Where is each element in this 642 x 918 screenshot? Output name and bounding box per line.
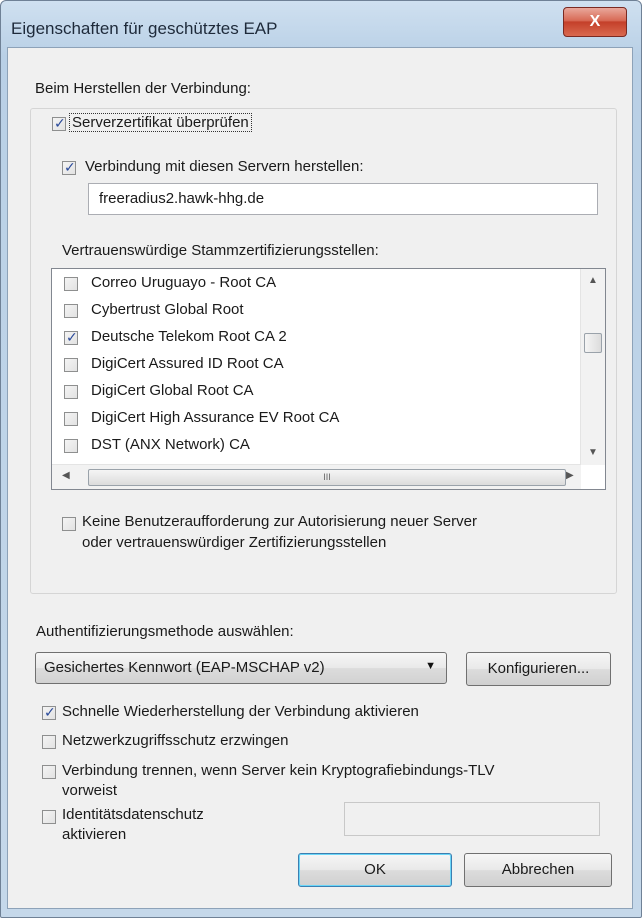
chevron-down-icon: ▼ bbox=[425, 660, 436, 672]
identity-privacy-label-line2[interactable]: aktivieren bbox=[62, 826, 126, 843]
close-button[interactable]: X bbox=[563, 7, 627, 37]
server-names-input[interactable]: freeradius2.hawk-hhg.de bbox=[88, 183, 598, 215]
window-title: Eigenschaften für geschütztes EAP bbox=[11, 19, 278, 38]
scroll-left-icon[interactable]: ◀ bbox=[62, 470, 70, 481]
ca-label: Correo Uruguayo - Root CA bbox=[91, 274, 277, 291]
cancel-label: Abbrechen bbox=[501, 861, 575, 878]
check-icon: ✓ bbox=[54, 115, 66, 131]
auth-method-value: Gesichertes Kennwort (EAP-MSCHAP v2) bbox=[44, 659, 325, 676]
scroll-down-icon[interactable]: ▼ bbox=[588, 447, 598, 458]
trusted-ca-list[interactable]: Correo Uruguayo - Root CA Cybertrust Glo… bbox=[51, 268, 606, 490]
identity-privacy-checkbox[interactable] bbox=[42, 810, 56, 824]
close-icon: X bbox=[589, 13, 601, 30]
no-prompt-label-line2[interactable]: oder vertrauenswürdiger Zertifizierungss… bbox=[82, 534, 386, 551]
connection-heading: Beim Herstellen der Verbindung: bbox=[35, 80, 251, 97]
nap-label[interactable]: Netzwerkzugriffsschutz erzwingen bbox=[62, 732, 288, 749]
configure-button[interactable]: Konfigurieren... bbox=[466, 652, 611, 686]
ca-checkbox[interactable]: ✓ bbox=[64, 329, 78, 345]
ca-checkbox[interactable] bbox=[64, 439, 78, 453]
vertical-scrollbar[interactable]: ▲ ▼ bbox=[580, 269, 605, 465]
fast-reconnect-label[interactable]: Schnelle Wiederherstellung der Verbindun… bbox=[62, 703, 419, 720]
ca-label: DigiCert Global Root CA bbox=[91, 382, 254, 399]
scroll-up-icon[interactable]: ▲ bbox=[588, 275, 598, 286]
disconnect-label-line1[interactable]: Verbindung trennen, wenn Server kein Kry… bbox=[62, 762, 495, 779]
horizontal-scrollbar[interactable]: ◀ III ▶ bbox=[52, 464, 581, 489]
connect-servers-checkbox[interactable]: ✓ bbox=[62, 159, 76, 175]
ca-checkbox[interactable] bbox=[64, 385, 78, 399]
disconnect-checkbox[interactable] bbox=[42, 765, 56, 779]
verify-cert-checkbox[interactable]: ✓ bbox=[52, 115, 66, 131]
configure-label: Konfigurieren... bbox=[487, 660, 590, 677]
ca-checkbox[interactable] bbox=[64, 277, 78, 291]
ca-checkbox[interactable] bbox=[64, 358, 78, 372]
identity-privacy-label-line1[interactable]: Identitätsdatenschutz bbox=[62, 806, 204, 823]
vertical-scroll-thumb[interactable] bbox=[584, 333, 602, 353]
no-prompt-label-line1[interactable]: Keine Benutzeraufforderung zur Autorisie… bbox=[82, 513, 477, 530]
ca-label: Cybertrust Global Root bbox=[91, 301, 244, 318]
verify-cert-label[interactable]: Serverzertifikat überprüfen bbox=[69, 113, 252, 132]
scroll-right-icon[interactable]: ▶ bbox=[566, 470, 574, 481]
connect-servers-label[interactable]: Verbindung mit diesen Servern herstellen… bbox=[85, 158, 364, 175]
check-icon: ✓ bbox=[64, 159, 76, 175]
ca-label: DigiCert Assured ID Root CA bbox=[91, 355, 284, 372]
no-prompt-checkbox[interactable] bbox=[62, 517, 76, 531]
server-names-value: freeradius2.hawk-hhg.de bbox=[99, 190, 265, 207]
ca-label: Deutsche Telekom Root CA 2 bbox=[91, 328, 287, 345]
nap-checkbox[interactable] bbox=[42, 735, 56, 749]
check-icon: ✓ bbox=[66, 329, 78, 345]
fast-reconnect-checkbox[interactable]: ✓ bbox=[42, 704, 56, 720]
auth-method-heading: Authentifizierungsmethode auswählen: bbox=[36, 623, 294, 640]
ok-label: OK bbox=[364, 861, 386, 878]
check-icon: ✓ bbox=[44, 704, 56, 720]
grip-icon: III bbox=[323, 472, 331, 482]
ca-label: DigiCert High Assurance EV Root CA bbox=[91, 409, 340, 426]
ca-label: DST (ANX Network) CA bbox=[91, 436, 250, 453]
auth-method-select[interactable]: Gesichertes Kennwort (EAP-MSCHAP v2) ▼ bbox=[35, 652, 447, 684]
ca-checkbox[interactable] bbox=[64, 412, 78, 426]
trusted-ca-heading: Vertrauenswürdige Stammzertifizierungsst… bbox=[62, 242, 379, 259]
ca-checkbox[interactable] bbox=[64, 304, 78, 318]
horizontal-scroll-thumb[interactable]: III bbox=[88, 469, 566, 486]
ok-button[interactable]: OK bbox=[298, 853, 452, 887]
identity-input bbox=[344, 802, 600, 836]
disconnect-label-line2[interactable]: vorweist bbox=[62, 782, 117, 799]
cancel-button[interactable]: Abbrechen bbox=[464, 853, 612, 887]
